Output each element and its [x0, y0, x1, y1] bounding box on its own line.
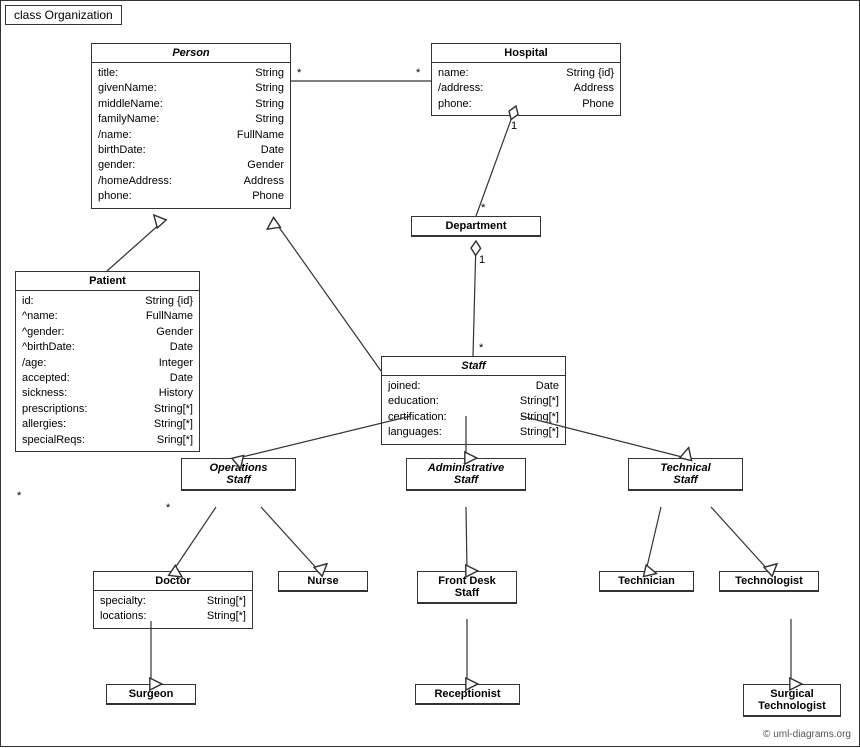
class-administrative-staff: Administrative Staff — [406, 458, 526, 491]
svg-text:*: * — [481, 202, 486, 214]
class-nurse-name: Nurse — [279, 572, 367, 591]
class-operations-staff-name: Operations Staff — [182, 459, 295, 490]
class-technologist: Technologist — [719, 571, 819, 592]
class-hospital-attrs: name:String {id} /address:Address phone:… — [432, 63, 620, 115]
copyright: © uml-diagrams.org — [763, 729, 851, 740]
class-person-attrs: title:String givenName:String middleName… — [92, 63, 290, 208]
class-patient-attrs: id:String {id} ^name:FullName ^gender:Ge… — [16, 291, 199, 451]
diagram-title: class Organization — [5, 5, 122, 25]
class-staff: Staff joined:Date education:String[*] ce… — [381, 356, 566, 445]
class-surgeon-name: Surgeon — [107, 685, 195, 704]
class-doctor-name: Doctor — [94, 572, 252, 591]
svg-text:*: * — [166, 502, 171, 514]
class-person-name: Person — [92, 44, 290, 63]
class-front-desk-staff: Front Desk Staff — [417, 571, 517, 604]
svg-text:*: * — [416, 67, 421, 79]
diagram-container: class Organization Person title:String g… — [0, 0, 860, 747]
class-department: Department — [411, 216, 541, 237]
svg-text:*: * — [479, 342, 484, 354]
class-administrative-staff-name: Administrative Staff — [407, 459, 525, 490]
class-operations-staff: Operations Staff — [181, 458, 296, 491]
class-technologist-name: Technologist — [720, 572, 818, 591]
class-technical-staff-name: Technical Staff — [629, 459, 742, 490]
class-technical-staff: Technical Staff — [628, 458, 743, 491]
class-department-name: Department — [412, 217, 540, 236]
class-patient: Patient id:String {id} ^name:FullName ^g… — [15, 271, 200, 452]
svg-text:*: * — [17, 490, 22, 502]
class-receptionist: Receptionist — [415, 684, 520, 705]
class-staff-attrs: joined:Date education:String[*] certific… — [382, 376, 565, 444]
class-doctor-attrs: specialty:String[*] locations:String[*] — [94, 591, 252, 628]
class-surgeon: Surgeon — [106, 684, 196, 705]
class-patient-name: Patient — [16, 272, 199, 291]
class-hospital: Hospital name:String {id} /address:Addre… — [431, 43, 621, 116]
class-receptionist-name: Receptionist — [416, 685, 519, 704]
svg-text:1: 1 — [479, 254, 485, 266]
class-staff-name: Staff — [382, 357, 565, 376]
class-surgical-technologist-name: Surgical Technologist — [744, 685, 840, 716]
class-person: Person title:String givenName:String mid… — [91, 43, 291, 209]
class-technician-name: Technician — [600, 572, 693, 591]
class-front-desk-staff-name: Front Desk Staff — [418, 572, 516, 603]
svg-text:1: 1 — [511, 120, 517, 132]
class-hospital-name: Hospital — [432, 44, 620, 63]
class-doctor: Doctor specialty:String[*] locations:Str… — [93, 571, 253, 629]
svg-text:*: * — [297, 67, 302, 79]
class-surgical-technologist: Surgical Technologist — [743, 684, 841, 717]
class-nurse: Nurse — [278, 571, 368, 592]
class-technician: Technician — [599, 571, 694, 592]
